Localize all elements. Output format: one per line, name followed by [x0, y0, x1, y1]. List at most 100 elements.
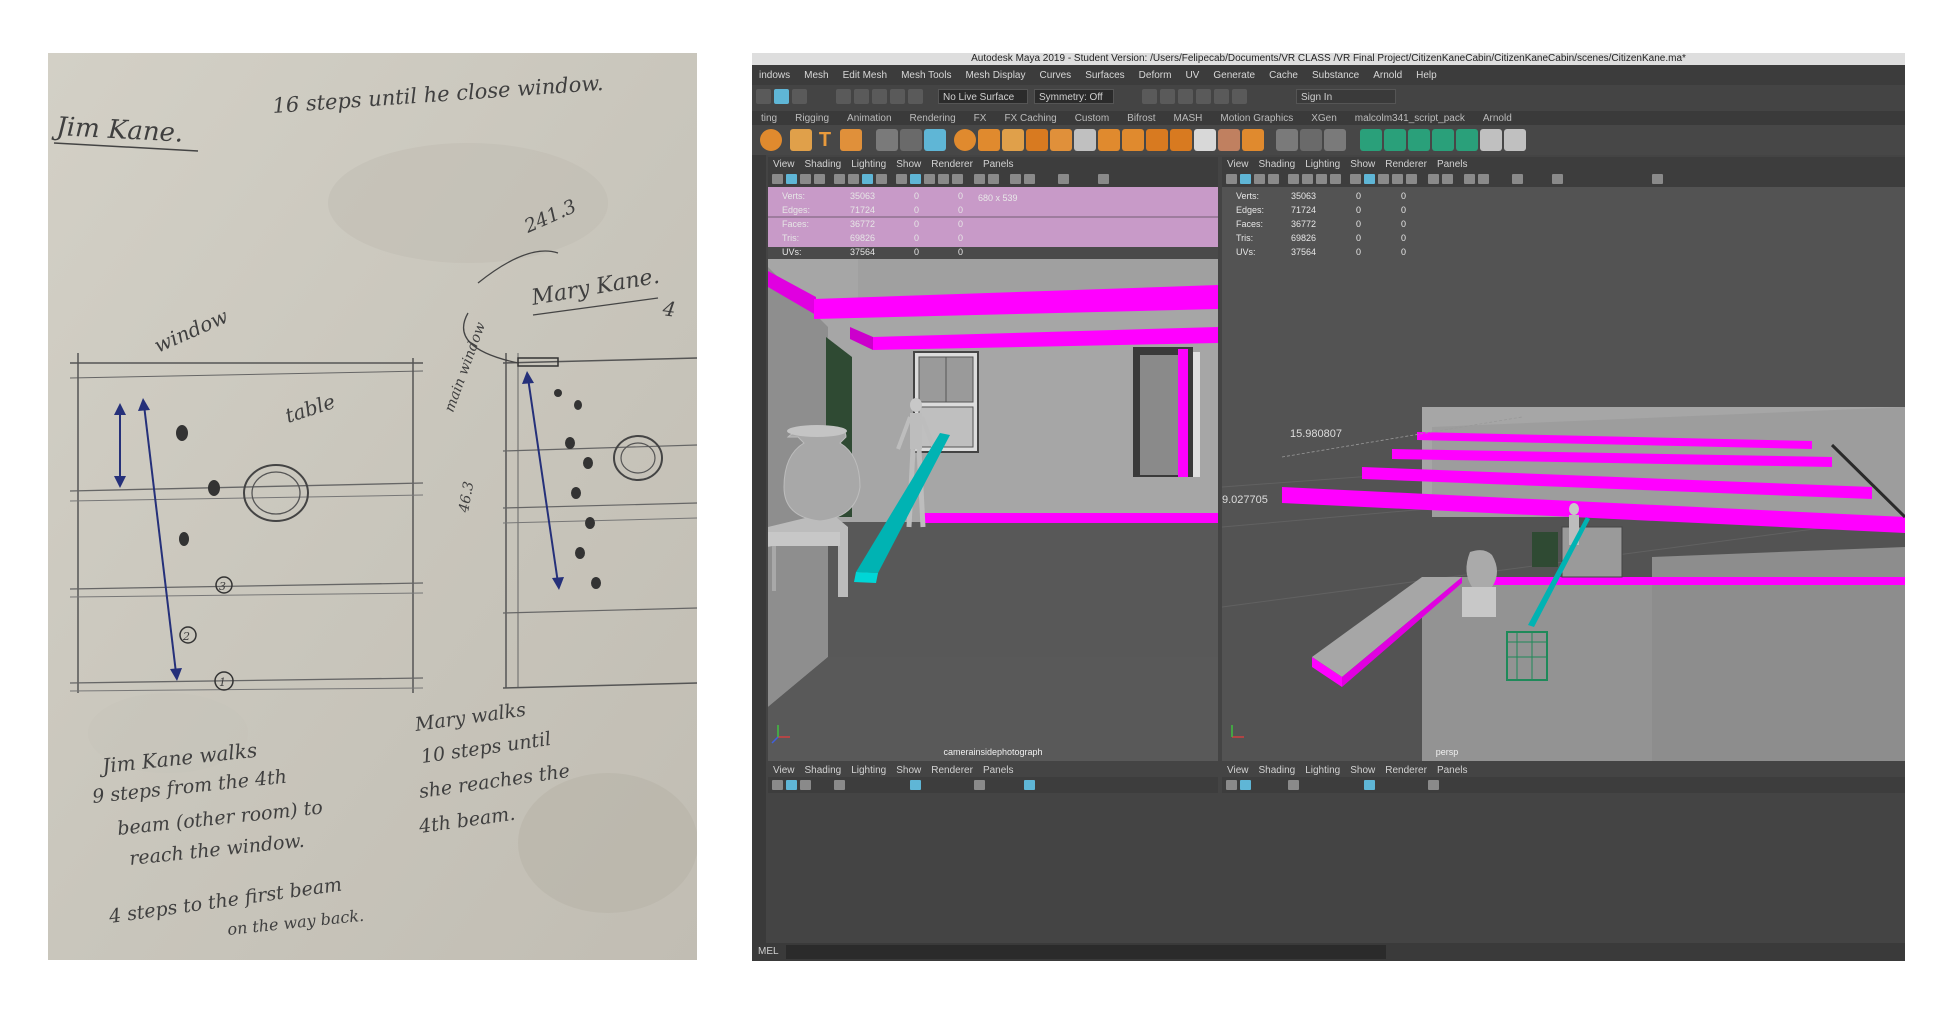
- gamma-icon[interactable]: [1512, 174, 1523, 184]
- command-input[interactable]: [786, 945, 1386, 959]
- scatter-icon[interactable]: [1002, 129, 1024, 151]
- green-blend-icon[interactable]: [1408, 129, 1430, 151]
- xray-icon[interactable]: [974, 780, 985, 790]
- panel-renderer-menu[interactable]: Renderer: [926, 765, 978, 776]
- panel-shading-menu[interactable]: Shading: [1254, 765, 1301, 776]
- render-settings-icon[interactable]: [1178, 89, 1193, 104]
- panel-lighting-menu[interactable]: Lighting: [1300, 765, 1345, 776]
- delete-history-icon[interactable]: [900, 129, 922, 151]
- symmetry-dropdown[interactable]: Symmetry: Off: [1034, 89, 1114, 104]
- exposure-icon[interactable]: [1478, 174, 1489, 184]
- menu-windows[interactable]: indows: [752, 70, 797, 81]
- gate-mask-icon[interactable]: [1330, 174, 1341, 184]
- grid-toggle-icon[interactable]: [834, 780, 845, 790]
- textured-icon[interactable]: [1378, 174, 1389, 184]
- tab-arnold[interactable]: Arnold: [1474, 113, 1521, 124]
- tab-animation[interactable]: Animation: [838, 113, 900, 124]
- exposure-icon[interactable]: [1024, 174, 1035, 184]
- smooth-shade-icon[interactable]: [1364, 174, 1375, 184]
- camera-select-icon[interactable]: [772, 174, 783, 184]
- panel-panels-menu[interactable]: Panels: [978, 765, 1019, 776]
- tab-mash[interactable]: MASH: [1165, 113, 1212, 124]
- film-gate-icon[interactable]: [1302, 174, 1313, 184]
- layers-icon[interactable]: [1194, 129, 1216, 151]
- panel-view-menu[interactable]: View: [768, 159, 800, 170]
- brush-icon[interactable]: [1324, 129, 1346, 151]
- green-checker-icon[interactable]: [1456, 129, 1478, 151]
- bookmark-icon[interactable]: [800, 174, 811, 184]
- cross-tool-icon[interactable]: [1504, 129, 1526, 151]
- freeze-transform-icon[interactable]: [924, 129, 946, 151]
- menu-mesh-tools[interactable]: Mesh Tools: [894, 70, 958, 81]
- tab-modeling[interactable]: ting: [752, 113, 786, 124]
- panel-renderer-menu[interactable]: Renderer: [1380, 159, 1432, 170]
- grid-toggle-icon[interactable]: [834, 174, 845, 184]
- pencil-icon[interactable]: [1276, 129, 1298, 151]
- camera-attr-icon[interactable]: [786, 174, 797, 184]
- panel-show-menu[interactable]: Show: [891, 765, 926, 776]
- panel-shading-menu[interactable]: Shading: [1254, 159, 1301, 170]
- panel-lighting-menu[interactable]: Lighting: [846, 159, 891, 170]
- menu-uv[interactable]: UV: [1178, 70, 1206, 81]
- panel-lighting-menu[interactable]: Lighting: [1300, 159, 1345, 170]
- select-tool-icon[interactable]: [756, 89, 771, 104]
- frame-icon[interactable]: [1218, 129, 1240, 151]
- menu-surfaces[interactable]: Surfaces: [1078, 70, 1131, 81]
- sparkle-icon[interactable]: [790, 129, 812, 151]
- panel-panels-menu[interactable]: Panels: [1432, 765, 1473, 776]
- menu-help[interactable]: Help: [1409, 70, 1444, 81]
- svg-tool-icon[interactable]: [840, 129, 862, 151]
- panel-panels-menu[interactable]: Panels: [1432, 159, 1473, 170]
- xray-icon[interactable]: [1428, 780, 1439, 790]
- panel-layout-icon[interactable]: [1552, 174, 1563, 184]
- lights-icon[interactable]: [1392, 174, 1403, 184]
- panel-show-menu[interactable]: Show: [1345, 765, 1380, 776]
- panel-lighting-menu[interactable]: Lighting: [846, 765, 891, 776]
- panel-show-menu[interactable]: Show: [1345, 159, 1380, 170]
- node-icon[interactable]: [1146, 129, 1168, 151]
- panel-layout-icon[interactable]: [1098, 174, 1109, 184]
- panel-view-menu[interactable]: View: [768, 765, 800, 776]
- mash-icon[interactable]: [954, 129, 976, 151]
- panel-show-menu[interactable]: Show: [891, 159, 926, 170]
- grid-icon[interactable]: [1026, 129, 1048, 151]
- select-component-icon[interactable]: [774, 89, 789, 104]
- snap-point-icon[interactable]: [872, 89, 887, 104]
- resolution-gate-icon[interactable]: [862, 174, 873, 184]
- shadows-icon[interactable]: [1406, 174, 1417, 184]
- snap-grid-icon[interactable]: [836, 89, 851, 104]
- grid-toggle-icon[interactable]: [1288, 780, 1299, 790]
- resolution-gate-icon[interactable]: [1316, 174, 1327, 184]
- waves-icon[interactable]: [1170, 129, 1192, 151]
- tab-rigging[interactable]: Rigging: [786, 113, 838, 124]
- camera-select-icon[interactable]: [772, 780, 783, 790]
- menu-mesh-display[interactable]: Mesh Display: [958, 70, 1032, 81]
- hud-icon[interactable]: [1010, 174, 1021, 184]
- image-plane-icon[interactable]: [814, 174, 825, 184]
- menu-curves[interactable]: Curves: [1033, 70, 1079, 81]
- menu-arnold[interactable]: Arnold: [1366, 70, 1409, 81]
- film-gate-icon[interactable]: [848, 174, 859, 184]
- box-icon[interactable]: [1122, 129, 1144, 151]
- panel-shading-menu[interactable]: Shading: [800, 765, 847, 776]
- tab-rendering[interactable]: Rendering: [901, 113, 965, 124]
- menu-cache[interactable]: Cache: [1262, 70, 1305, 81]
- sign-in-button[interactable]: Sign In: [1296, 89, 1396, 104]
- gamma-icon[interactable]: [1058, 174, 1069, 184]
- bookmark-icon[interactable]: [800, 780, 811, 790]
- menu-edit-mesh[interactable]: Edit Mesh: [836, 70, 894, 81]
- live-surface-dropdown[interactable]: No Live Surface: [938, 89, 1028, 104]
- arnold-light-icon[interactable]: [760, 129, 782, 151]
- panel-shading-menu[interactable]: Shading: [800, 159, 847, 170]
- gate-mask-icon[interactable]: [876, 174, 887, 184]
- render-icon[interactable]: [1142, 89, 1157, 104]
- playblast-icon[interactable]: [1232, 89, 1247, 104]
- menu-mesh[interactable]: Mesh: [797, 70, 835, 81]
- smooth-shade-icon[interactable]: [910, 174, 921, 184]
- tab-bifrost[interactable]: Bifrost: [1118, 113, 1164, 124]
- blocks-icon[interactable]: [1050, 129, 1072, 151]
- image-plane-icon[interactable]: [1268, 174, 1279, 184]
- menu-generate[interactable]: Generate: [1206, 70, 1262, 81]
- isolate-icon[interactable]: [1442, 174, 1453, 184]
- camera-attr-icon[interactable]: [1240, 174, 1251, 184]
